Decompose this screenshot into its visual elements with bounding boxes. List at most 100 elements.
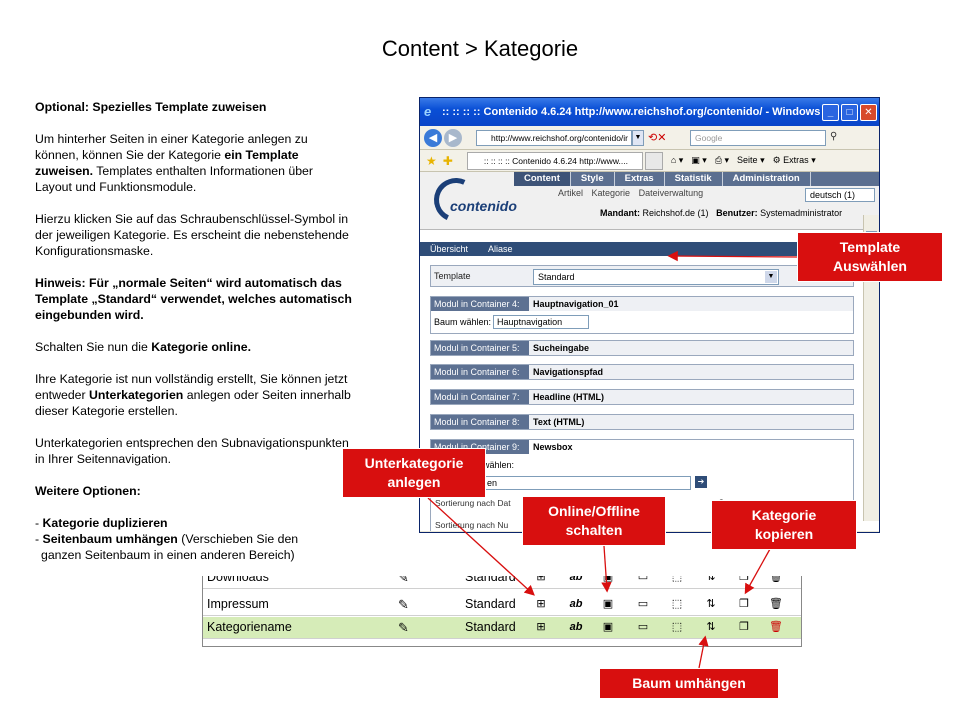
container-row-6: Modul in Container 6: Navigationspfad (430, 364, 854, 380)
rename-icon[interactable]: ab (568, 576, 584, 584)
address-dropdown-icon[interactable]: ▼ (632, 129, 644, 146)
online-icon[interactable]: ▣ (600, 576, 616, 584)
folder-up-icon[interactable]: ⬚ (669, 620, 685, 634)
template-row: Template Standard ▼ (430, 265, 854, 287)
callout-unterkategorie: Unterkategorie anlegen (342, 448, 486, 498)
copy-icon[interactable]: ❐ (736, 620, 752, 634)
home-icon[interactable]: ⌂ ▾ (671, 155, 683, 166)
new-tab-button[interactable] (644, 151, 663, 170)
newsbox-label: wählen: (483, 460, 515, 470)
subnav-dateiverwaltung[interactable]: Dateiverwaltung (639, 188, 704, 198)
sub-nav: Artikel Kategorie Dateiverwaltung (558, 188, 709, 198)
move-tree-icon[interactable]: ⇅ (703, 576, 719, 584)
nav-statistik[interactable]: Statistik (665, 172, 723, 186)
ie-icon: e (424, 104, 432, 119)
rename-icon[interactable]: ab (568, 620, 584, 634)
sort-option-2: Sortierung nach Nu (435, 520, 509, 530)
add-subcategory-icon[interactable]: ⊞ (533, 597, 549, 611)
baum-row: Baum wählen: Hauptnavigation (431, 311, 853, 333)
callout-template: Template Auswählen (797, 232, 943, 282)
instruction-p6: Unterkategorien entsprechen den Subnavig… (35, 436, 349, 466)
container-row-8: Modul in Container 8: Text (HTML) (430, 414, 854, 430)
browser-window: e :: :: :: :: Contenido 4.6.24 http://ww… (419, 97, 880, 533)
instruction-text: Optional: Spezielles Template zuweisen U… (35, 99, 353, 563)
instruction-hint: Hinweis: Für „normale Seiten“ wird autom… (35, 276, 352, 322)
go-arrow-icon[interactable]: ➔ (695, 476, 707, 488)
online-icon[interactable]: ▣ (600, 597, 616, 611)
copy-icon[interactable]: ❐ (736, 597, 752, 611)
window-titlebar: e :: :: :: :: Contenido 4.6.24 http://ww… (420, 98, 879, 126)
callout-kopieren: Kategorie kopieren (711, 500, 857, 550)
template-select[interactable]: Standard ▼ (533, 269, 779, 285)
instruction-p4: Schalten Sie nun die Kategorie online. (35, 340, 251, 354)
favorites-bar: ★ ✚ :: :: :: :: Contenido 4.6.24 http://… (420, 150, 879, 172)
favorites-star-icon[interactable]: ★ (426, 154, 437, 168)
instruction-p2: Hierzu klicken Sie auf das Schraubenschl… (35, 212, 349, 258)
add-subcategory-icon[interactable]: ⊞ (533, 576, 549, 584)
wrench-icon[interactable]: ✎ (398, 597, 409, 613)
main-nav: Content Style Extras Statistik Administr… (514, 172, 879, 186)
refresh-icon[interactable]: ⟲✕ (648, 131, 666, 144)
tab-uebersicht[interactable]: Übersicht (420, 242, 478, 256)
address-input[interactable]: http://www.reichshof.org/contenido/ir (476, 129, 632, 146)
rename-icon[interactable]: ab (568, 597, 584, 611)
option-duplicate: - Kategorie duplizieren (35, 516, 168, 530)
search-icon[interactable]: ⚲ (830, 131, 844, 145)
sort-option-1: Sortierung nach Dat (435, 498, 511, 508)
option-move-tree: - Seitenbaum umhängen (Verschieben Sie d… (35, 532, 299, 562)
contenido-logo: contenido (450, 198, 517, 214)
forward-button[interactable]: ▶ (444, 128, 462, 147)
instruction-heading: Optional: Spezielles Template zuweisen (35, 100, 267, 114)
feed-icon[interactable]: ▣ ▾ (691, 155, 707, 166)
browser-tab[interactable]: :: :: :: :: Contenido 4.6.24 http://www.… (466, 151, 643, 170)
table-row[interactable]: Impressum ✎ Standard ⊞ ab ▣ ▭ ⬚ ⇅ ❐ 🗑 (203, 594, 801, 616)
window-title: :: :: :: :: Contenido 4.6.24 http://www.… (442, 106, 822, 118)
maximize-icon[interactable]: □ (841, 103, 858, 121)
slide-title: Content > Kategorie (381, 36, 579, 61)
newsbox-select[interactable]: en (483, 476, 691, 490)
folder-icon[interactable]: ▭ (635, 576, 651, 584)
add-subcategory-icon[interactable]: ⊞ (533, 620, 549, 634)
copy-icon[interactable]: ❐ (736, 576, 752, 584)
folder-icon[interactable]: ▭ (635, 597, 651, 611)
minimize-icon[interactable]: _ (822, 103, 839, 121)
baum-select[interactable]: Hauptnavigation (493, 315, 590, 329)
nav-extras[interactable]: Extras (615, 172, 665, 186)
table-row[interactable]: Downloads ✎ Standard ⊞ ab ▣ ▭ ⬚ ⇅ ❐ 🗑 (203, 576, 801, 589)
subnav-artikel[interactable]: Artikel (558, 188, 583, 198)
extras-menu[interactable]: ⚙ Extras ▾ (773, 155, 816, 166)
add-favorite-icon[interactable]: ✚ (443, 154, 453, 168)
delete-icon[interactable]: 🗑 (768, 576, 784, 584)
container-row-4: Modul in Container 4: Hauptnavigation_01 … (430, 296, 854, 334)
wrench-icon[interactable]: ✎ (398, 576, 409, 586)
config-area: Template Standard ▼ Modul in Container 4… (420, 256, 879, 531)
instruction-p1: Um hinterher Seiten in einer Kategorie a… (35, 132, 313, 194)
callout-baum: Baum umhängen (599, 668, 779, 699)
mandant-info: Mandant: Reichshof.de (1) Benutzer: Syst… (600, 208, 843, 218)
folder-up-icon[interactable]: ⬚ (669, 576, 685, 584)
nav-content[interactable]: Content (514, 172, 571, 186)
print-icon[interactable]: ⎙ ▾ (715, 155, 729, 166)
folder-icon[interactable]: ▭ (635, 620, 651, 634)
online-icon[interactable]: ▣ (600, 620, 616, 634)
table-row-highlight[interactable]: Kategoriename ✎ Standard ⊞ ab ▣ ▭ ⬚ ⇅ ❐ … (203, 617, 801, 639)
folder-up-icon[interactable]: ⬚ (669, 597, 685, 611)
back-button[interactable]: ◀ (424, 128, 442, 147)
tab-aliase[interactable]: Aliase (478, 242, 523, 256)
move-tree-icon[interactable]: ⇅ (703, 597, 719, 611)
subnav-kategorie[interactable]: Kategorie (592, 188, 631, 198)
nav-administration[interactable]: Administration (723, 172, 811, 186)
instruction-p5: Ihre Kategorie ist nun vollständig erste… (35, 372, 351, 418)
delete-icon[interactable]: 🗑 (768, 597, 784, 611)
close-icon[interactable]: ✕ (860, 103, 877, 121)
search-input[interactable]: Google (690, 129, 826, 146)
delete-icon[interactable]: 🗑 (768, 620, 784, 634)
move-tree-icon[interactable]: ⇅ (703, 620, 719, 634)
address-bar: ◀ ▶ http://www.reichshof.org/contenido/i… (420, 126, 879, 150)
page-menu[interactable]: Seite ▾ (737, 155, 765, 166)
chevron-down-icon[interactable]: ▼ (765, 271, 777, 283)
nav-style[interactable]: Style (571, 172, 615, 186)
language-select[interactable]: deutsch (1) (805, 188, 875, 202)
template-label: Template (434, 271, 471, 281)
wrench-icon[interactable]: ✎ (398, 620, 409, 636)
